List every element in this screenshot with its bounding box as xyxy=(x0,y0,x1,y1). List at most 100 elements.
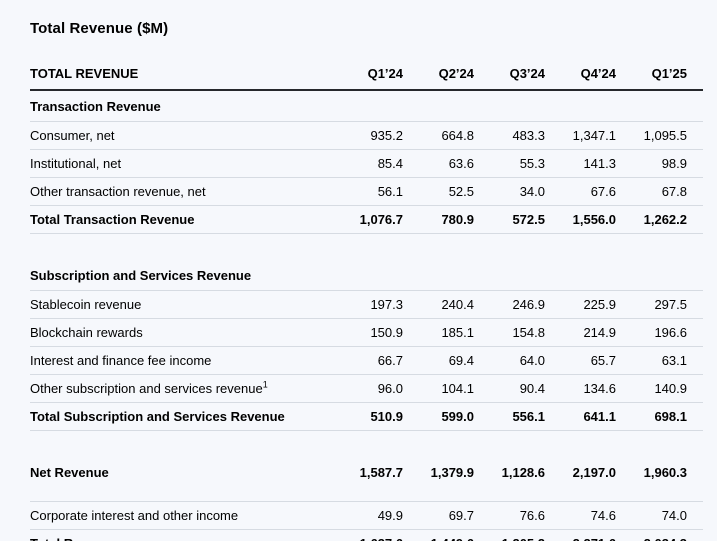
value-cell: 65.7 xyxy=(545,346,616,374)
value-cell: 2,034.3 xyxy=(616,529,703,541)
row-blockchain-rewards: Blockchain rewards150.9185.1154.8214.919… xyxy=(30,318,703,346)
value-cell: 1,960.3 xyxy=(616,456,703,489)
value-cell: 1,205.2 xyxy=(474,529,545,541)
spacer-row xyxy=(30,430,703,456)
value-cell: 297.5 xyxy=(616,290,703,318)
value-cell: 140.9 xyxy=(616,374,703,402)
value-cell: 74.0 xyxy=(616,501,703,529)
total-revenue-table: TOTAL REVENUE Q1’24Q2’24Q3’24Q4’24Q1’25 … xyxy=(30,60,703,541)
col-header-q3-24: Q3’24 xyxy=(474,60,545,90)
row-label: Total Revenue xyxy=(30,529,332,541)
value-cell: 2,271.6 xyxy=(545,529,616,541)
value-cell: 664.8 xyxy=(403,122,474,150)
row-institutional-net: Institutional, net85.463.655.3141.398.9 xyxy=(30,150,703,178)
row-label: Total Subscription and Services Revenue xyxy=(30,402,332,430)
page-title: Total Revenue ($M) xyxy=(30,20,703,37)
table-header-row: TOTAL REVENUE Q1’24Q2’24Q3’24Q4’24Q1’25 xyxy=(30,60,703,90)
row-stablecoin-revenue: Stablecoin revenue197.3240.4246.9225.929… xyxy=(30,290,703,318)
col-header-q1-24: Q1’24 xyxy=(332,60,403,90)
row-interest-and-finance-fee-income: Interest and finance fee income66.769.46… xyxy=(30,346,703,374)
table-header: TOTAL REVENUE Q1’24Q2’24Q3’24Q4’24Q1’25 xyxy=(30,60,703,90)
row-label: Interest and finance fee income xyxy=(30,346,332,374)
value-cell: 67.8 xyxy=(616,178,703,206)
row-consumer-net: Consumer, net935.2664.8483.31,347.11,095… xyxy=(30,122,703,150)
value-cell: 74.6 xyxy=(545,501,616,529)
spacer-cell xyxy=(30,234,703,260)
value-cell: 96.0 xyxy=(332,374,403,402)
value-cell: 154.8 xyxy=(474,318,545,346)
footnote-marker: 1 xyxy=(263,379,268,389)
row-label: Consumer, net xyxy=(30,122,332,150)
value-cell: 1,379.9 xyxy=(403,456,474,489)
value-cell: 55.3 xyxy=(474,150,545,178)
value-cell: 2,197.0 xyxy=(545,456,616,489)
value-cell: 572.5 xyxy=(474,206,545,234)
value-cell: 90.4 xyxy=(474,374,545,402)
value-cell: 34.0 xyxy=(474,178,545,206)
value-cell: 69.7 xyxy=(403,501,474,529)
value-cell: 64.0 xyxy=(474,346,545,374)
col-header-q2-24: Q2’24 xyxy=(403,60,474,90)
value-cell: 52.5 xyxy=(403,178,474,206)
value-cell: 1,347.1 xyxy=(545,122,616,150)
value-cell: 185.1 xyxy=(403,318,474,346)
value-cell: 641.1 xyxy=(545,402,616,430)
row-total-subscription-and-services-revenue: Total Subscription and Services Revenue 5… xyxy=(30,402,703,430)
value-cell: 1,262.2 xyxy=(616,206,703,234)
row-total-revenue: Total Revenue1,637.61,449.61,205.22,271.… xyxy=(30,529,703,541)
value-cell: 56.1 xyxy=(332,178,403,206)
row-other-subscription-and-services-revenue: Other subscription and services revenue1… xyxy=(30,374,703,402)
value-cell: 240.4 xyxy=(403,290,474,318)
value-cell: 197.3 xyxy=(332,290,403,318)
row-subscription-and-services-revenue: Subscription and Services Revenue xyxy=(30,260,703,291)
section-label: Transaction Revenue xyxy=(30,90,703,122)
spacer-line-row xyxy=(30,489,703,501)
spacer-cell xyxy=(30,489,703,501)
value-cell: 1,128.6 xyxy=(474,456,545,489)
row-label: Corporate interest and other income xyxy=(30,501,332,529)
value-cell: 49.9 xyxy=(332,501,403,529)
value-cell: 66.7 xyxy=(332,346,403,374)
value-cell: 214.9 xyxy=(545,318,616,346)
value-cell: 556.1 xyxy=(474,402,545,430)
row-label: Other transaction revenue, net xyxy=(30,178,332,206)
value-cell: 225.9 xyxy=(545,290,616,318)
value-cell: 1,095.5 xyxy=(616,122,703,150)
value-cell: 1,556.0 xyxy=(545,206,616,234)
row-label: Blockchain rewards xyxy=(30,318,332,346)
value-cell: 141.3 xyxy=(545,150,616,178)
spacer-cell xyxy=(30,430,703,456)
value-cell: 196.6 xyxy=(616,318,703,346)
revenue-report-page: Total Revenue ($M) TOTAL REVENUE Q1’24Q2… xyxy=(0,0,717,541)
value-cell: 698.1 xyxy=(616,402,703,430)
value-cell: 76.6 xyxy=(474,501,545,529)
col-header-q1-25: Q1’25 xyxy=(616,60,703,90)
value-cell: 246.9 xyxy=(474,290,545,318)
value-cell: 63.6 xyxy=(403,150,474,178)
value-cell: 780.9 xyxy=(403,206,474,234)
table-body: Transaction RevenueConsumer, net935.2664… xyxy=(30,90,703,541)
value-cell: 98.9 xyxy=(616,150,703,178)
value-cell: 150.9 xyxy=(332,318,403,346)
value-cell: 935.2 xyxy=(332,122,403,150)
spacer-row xyxy=(30,234,703,260)
row-transaction-revenue: Transaction Revenue xyxy=(30,90,703,122)
row-label: Institutional, net xyxy=(30,150,332,178)
value-cell: 1,076.7 xyxy=(332,206,403,234)
value-cell: 1,587.7 xyxy=(332,456,403,489)
row-corporate-interest-and-other-income: Corporate interest and other income49.96… xyxy=(30,501,703,529)
value-cell: 1,637.6 xyxy=(332,529,403,541)
value-cell: 104.1 xyxy=(403,374,474,402)
value-cell: 483.3 xyxy=(474,122,545,150)
row-label: Net Revenue xyxy=(30,456,332,489)
row-label: Stablecoin revenue xyxy=(30,290,332,318)
section-label: Subscription and Services Revenue xyxy=(30,260,703,291)
value-cell: 85.4 xyxy=(332,150,403,178)
col-header-q4-24: Q4’24 xyxy=(545,60,616,90)
value-cell: 134.6 xyxy=(545,374,616,402)
row-label: Total Transaction Revenue xyxy=(30,206,332,234)
value-cell: 599.0 xyxy=(403,402,474,430)
value-cell: 63.1 xyxy=(616,346,703,374)
row-other-transaction-revenue-net: Other transaction revenue, net56.152.534… xyxy=(30,178,703,206)
row-total-transaction-revenue: Total Transaction Revenue1,076.7780.9572… xyxy=(30,206,703,234)
